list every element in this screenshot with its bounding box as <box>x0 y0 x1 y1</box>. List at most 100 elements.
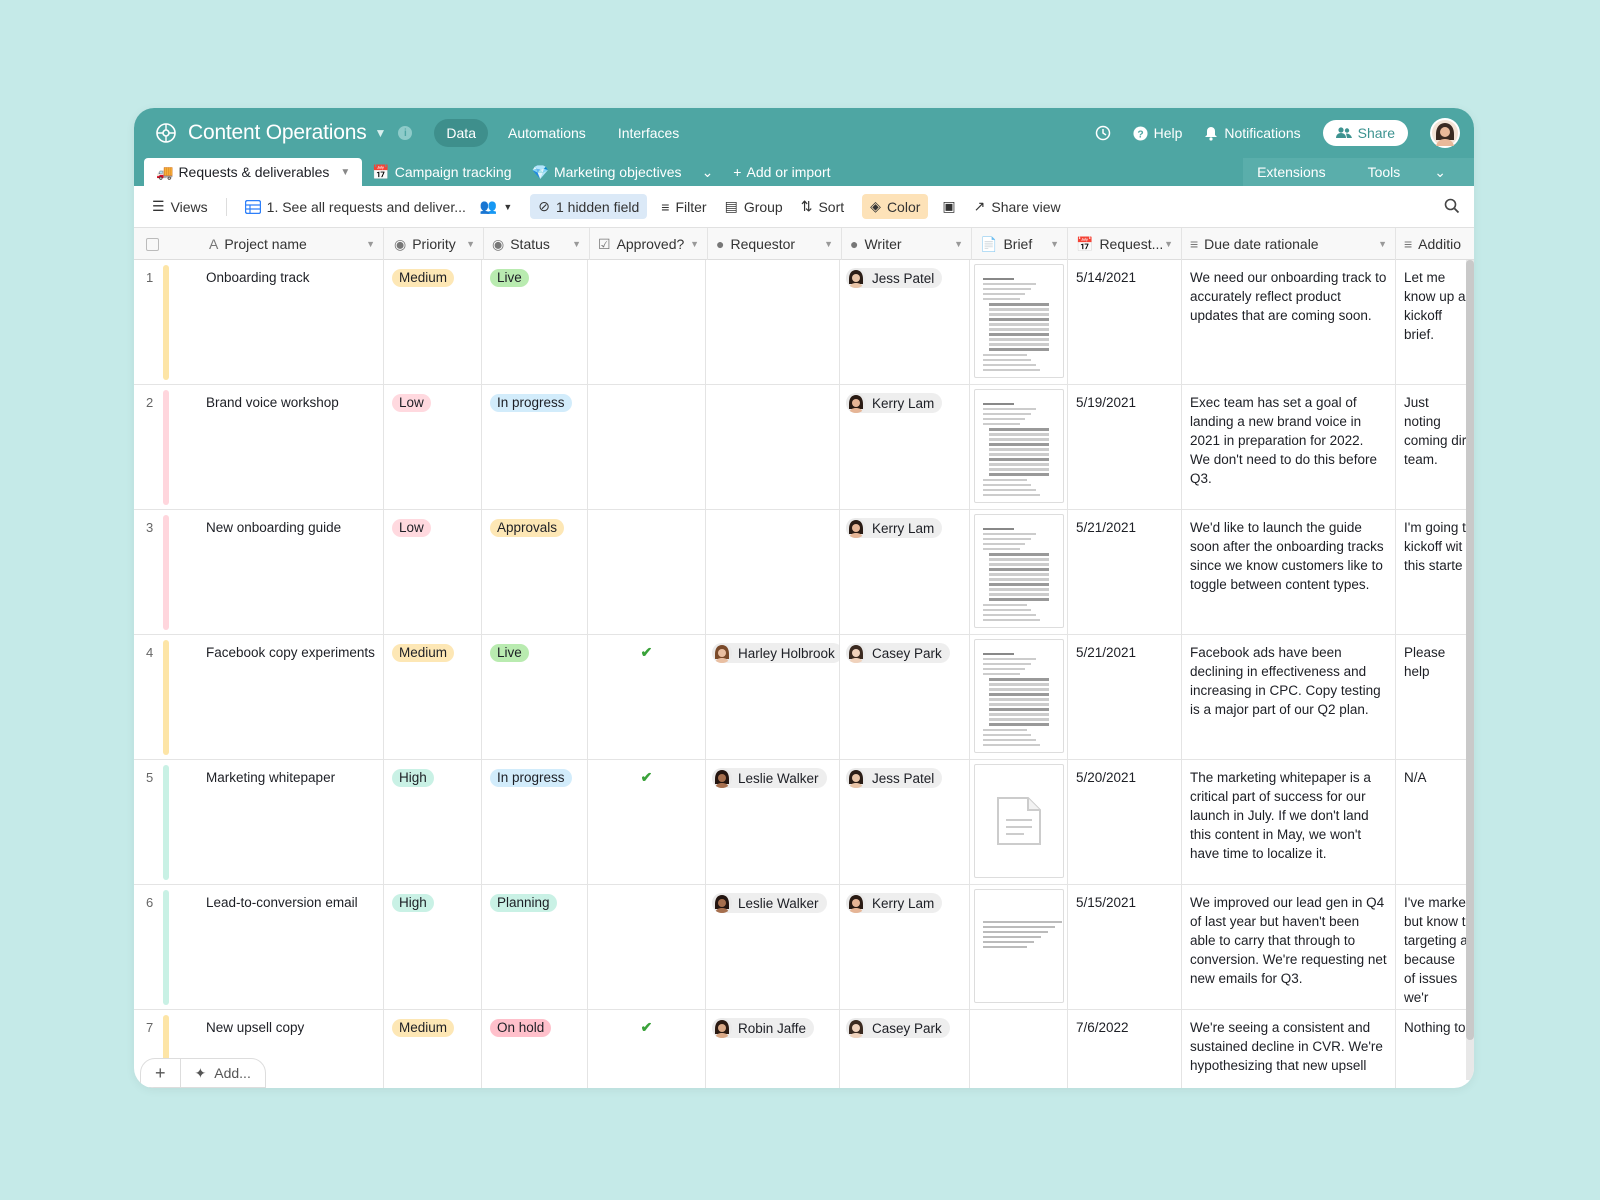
cell-status[interactable]: In progress <box>482 760 588 885</box>
header-writer[interactable]: ● Writer ▼ <box>842 228 972 260</box>
table-row[interactable]: 2 Brand voice workshop Low In progress Kerry… <box>134 385 1474 510</box>
cell-project[interactable]: 4 Facebook copy experiments <box>134 635 384 760</box>
cell-request-date[interactable]: 5/21/2021 <box>1068 510 1182 635</box>
chevron-down-icon[interactable]: ▼ <box>466 239 475 249</box>
cell-priority[interactable]: Low <box>384 385 482 510</box>
cell-requestor[interactable] <box>706 260 840 385</box>
cell-approved[interactable]: ✔ <box>588 635 706 760</box>
cell-request-date[interactable]: 5/19/2021 <box>1068 385 1182 510</box>
chevron-down-icon[interactable]: ▼ <box>1164 239 1173 249</box>
cell-due-date-rationale[interactable]: Exec team has set a goal of landing a ne… <box>1182 385 1396 510</box>
notifications-button[interactable]: Notifications <box>1204 125 1301 141</box>
cell-status[interactable]: Approvals <box>482 510 588 635</box>
cell-project[interactable]: 6 Lead-to-conversion email <box>134 885 384 1010</box>
add-record-plus-icon[interactable]: + <box>155 1063 166 1084</box>
chevron-down-icon[interactable]: ▼ <box>824 239 833 249</box>
cell-additional[interactable]: N/A <box>1396 760 1474 885</box>
view-switcher[interactable]: 1. See all requests and deliver... 👥 ▼ <box>244 198 512 215</box>
tab-marketing-objectives[interactable]: 💎 Marketing objectives <box>522 158 692 186</box>
cell-status[interactable]: On hold <box>482 1010 588 1088</box>
cell-priority[interactable]: Medium <box>384 1010 482 1088</box>
cell-request-date[interactable]: 5/21/2021 <box>1068 635 1182 760</box>
brief-attachment-thumbnail[interactable] <box>974 389 1064 503</box>
row-height-button[interactable]: ▣ <box>942 198 955 215</box>
header-additional[interactable]: ≡ Additio <box>1396 228 1474 260</box>
cell-project[interactable]: 1 Onboarding track <box>134 260 384 385</box>
cell-requestor[interactable]: Robin Jaffe <box>706 1010 840 1088</box>
cell-additional[interactable]: I'm going t kickoff wit this starte <box>1396 510 1474 635</box>
chevron-down-icon[interactable]: ▼ <box>572 239 581 249</box>
brief-attachment-thumbnail[interactable] <box>974 639 1064 753</box>
cell-status[interactable]: In progress <box>482 385 588 510</box>
cell-project[interactable]: 5 Marketing whitepaper <box>134 760 384 885</box>
hidden-fields-button[interactable]: ⊘ 1 hidden field <box>530 194 648 219</box>
cell-writer[interactable]: Jess Patel <box>840 760 970 885</box>
vertical-scrollbar[interactable] <box>1466 260 1474 1080</box>
header-status[interactable]: ◉ Status ▼ <box>484 228 590 260</box>
select-all-checkbox[interactable] <box>146 237 159 251</box>
chevron-down-icon[interactable]: ▼ <box>954 239 963 249</box>
share-view-button[interactable]: ↗ Share view <box>974 198 1061 215</box>
color-button[interactable]: ◈ Color <box>862 194 929 219</box>
cell-additional[interactable]: I've marke but know t targeting a becaus… <box>1396 885 1474 1010</box>
cell-due-date-rationale[interactable]: Facebook ads have been declining in effe… <box>1182 635 1396 760</box>
cell-additional[interactable]: Let me know up a kickoff brief. <box>1396 260 1474 385</box>
cell-request-date[interactable]: 7/6/2022 <box>1068 1010 1182 1088</box>
cell-writer[interactable]: Casey Park <box>840 635 970 760</box>
cell-request-date[interactable]: 5/15/2021 <box>1068 885 1182 1010</box>
cell-approved[interactable] <box>588 385 706 510</box>
cell-additional[interactable]: Please help <box>1396 635 1474 760</box>
cell-brief[interactable] <box>970 385 1068 510</box>
cell-approved[interactable]: ✔ <box>588 1010 706 1088</box>
brief-attachment-thumbnail[interactable] <box>974 514 1064 628</box>
cell-priority[interactable]: High <box>384 885 482 1010</box>
history-icon[interactable] <box>1095 125 1111 141</box>
user-avatar[interactable] <box>1430 118 1460 148</box>
header-requestor[interactable]: ● Requestor ▼ <box>708 228 842 260</box>
cell-priority[interactable]: High <box>384 760 482 885</box>
cell-requestor[interactable] <box>706 510 840 635</box>
nav-data[interactable]: Data <box>434 119 488 147</box>
table-row[interactable]: 3 New onboarding guide Low Approvals Kerry L… <box>134 510 1474 635</box>
cell-status[interactable]: Planning <box>482 885 588 1010</box>
tab-campaign-tracking[interactable]: 📅 Campaign tracking <box>362 158 521 186</box>
header-priority[interactable]: ◉ Priority ▼ <box>386 228 484 260</box>
cell-priority[interactable]: Medium <box>384 635 482 760</box>
cell-brief[interactable] <box>970 1010 1068 1088</box>
cell-priority[interactable]: Medium <box>384 260 482 385</box>
cell-writer[interactable]: Casey Park <box>840 1010 970 1088</box>
table-row[interactable]: 4 Facebook copy experiments Medium Live ✔ Har… <box>134 635 1474 760</box>
cell-brief[interactable] <box>970 885 1068 1010</box>
table-row[interactable]: 6 Lead-to-conversion email High Planning Les… <box>134 885 1474 1010</box>
cell-requestor[interactable]: Leslie Walker <box>706 885 840 1010</box>
header-brief[interactable]: 📄 Brief ▼ <box>972 228 1068 260</box>
chevron-down-icon[interactable]: ▼ <box>340 167 350 178</box>
nav-automations[interactable]: Automations <box>496 119 598 147</box>
header-due-date-rationale[interactable]: ≡ Due date rationale ▼ <box>1182 228 1396 260</box>
chevron-down-icon[interactable]: ▼ <box>1378 239 1387 249</box>
cell-requestor[interactable] <box>706 385 840 510</box>
cell-brief[interactable] <box>970 510 1068 635</box>
cell-status[interactable]: Live <box>482 260 588 385</box>
cell-request-date[interactable]: 5/14/2021 <box>1068 260 1182 385</box>
cell-requestor[interactable]: Harley Holbrook <box>706 635 840 760</box>
table-row[interactable]: 5 Marketing whitepaper High In progress ✔ Les… <box>134 760 1474 885</box>
cell-approved[interactable] <box>588 510 706 635</box>
cell-due-date-rationale[interactable]: We're seeing a consistent and sustained … <box>1182 1010 1396 1088</box>
info-icon[interactable]: i <box>398 126 413 140</box>
cell-writer[interactable]: Kerry Lam <box>840 885 970 1010</box>
nav-interfaces[interactable]: Interfaces <box>606 119 691 147</box>
table-row[interactable]: 7 New upsell copy Medium On hold ✔ Robin Jaff… <box>134 1010 1474 1088</box>
cell-project[interactable]: 3 New onboarding guide <box>134 510 384 635</box>
cell-due-date-rationale[interactable]: The marketing whitepaper is a critical p… <box>1182 760 1396 885</box>
more-tabs-chevron-icon[interactable]: ⌄ <box>692 158 724 186</box>
cell-due-date-rationale[interactable]: We improved our lead gen in Q4 of last y… <box>1182 885 1396 1010</box>
base-logo-icon[interactable] <box>152 119 180 147</box>
base-title[interactable]: Content Operations <box>188 121 367 145</box>
chevron-down-icon[interactable]: ▼ <box>690 239 699 249</box>
cell-due-date-rationale[interactable]: We'd like to launch the guide soon after… <box>1182 510 1396 635</box>
cell-request-date[interactable]: 5/20/2021 <box>1068 760 1182 885</box>
scrollbar-thumb[interactable] <box>1466 260 1474 1040</box>
cell-brief[interactable] <box>970 260 1068 385</box>
help-button[interactable]: ? Help <box>1133 125 1182 141</box>
